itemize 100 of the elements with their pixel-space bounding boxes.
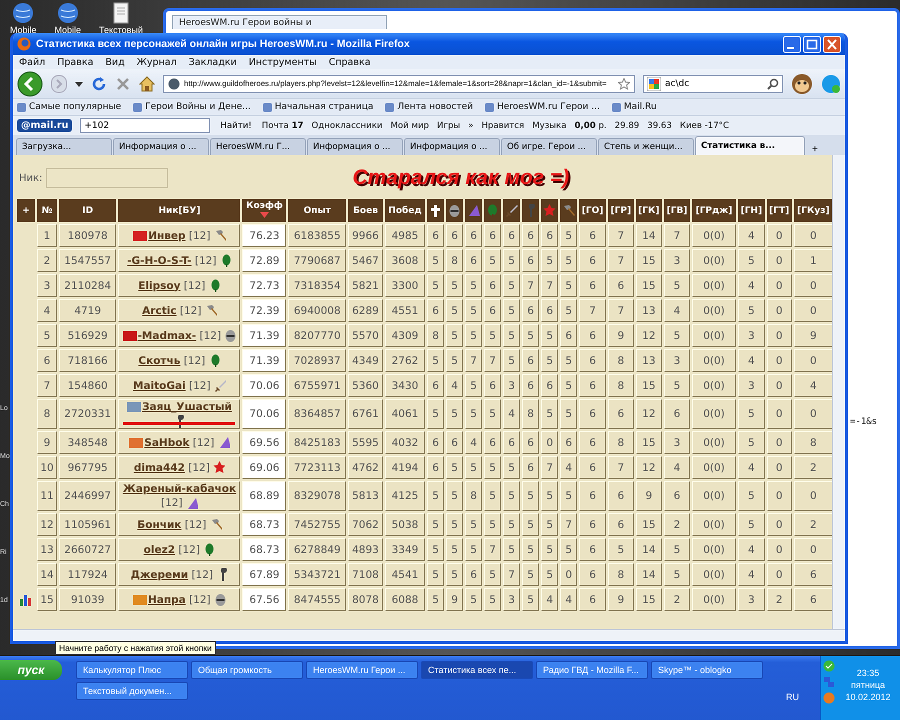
column-header[interactable]: + (17, 199, 36, 222)
menu-item[interactable]: Справка (328, 56, 371, 68)
column-header[interactable] (560, 199, 578, 222)
column-header[interactable]: Побед (384, 199, 426, 222)
browser-tab[interactable]: Информация о ... (307, 138, 403, 155)
browser-tab[interactable]: HeroesWM.ru Г... (210, 138, 306, 155)
menu-item[interactable]: Закладки (188, 56, 237, 68)
player-link[interactable]: Напра (148, 594, 186, 606)
close-icon[interactable] (823, 36, 841, 52)
taskbar-button[interactable]: Калькулятор Плюс (76, 661, 188, 679)
bar-chart-icon[interactable] (19, 594, 34, 606)
player-link[interactable]: Инвер (148, 230, 186, 242)
menu-item[interactable]: Журнал (136, 56, 177, 68)
column-header[interactable] (484, 199, 502, 222)
player-link[interactable]: Джереми (130, 568, 188, 580)
player-link[interactable]: Arctic (142, 304, 177, 316)
column-header[interactable] (446, 199, 464, 222)
column-header[interactable]: [ГВ] (664, 199, 690, 222)
toolbar-link[interactable]: 29.89 (614, 120, 640, 130)
toolbar-link[interactable]: 0,00 р. (574, 120, 607, 130)
menu-item[interactable]: Правка (57, 56, 94, 68)
taskbar-button[interactable]: Радио ГВД - Mozilla F... (536, 661, 648, 679)
toolbar-link[interactable]: Киев -17°C (680, 120, 729, 130)
menu-item[interactable]: Файл (19, 56, 46, 68)
taskbar-button[interactable]: Статистика всех пе... (421, 661, 533, 679)
browser-tab[interactable]: Степь и женщи... (598, 138, 694, 155)
search-icon[interactable] (767, 78, 779, 90)
player-link[interactable]: SaHbok (144, 436, 190, 448)
bookmark-link[interactable]: Начальная страница (262, 102, 374, 112)
column-header[interactable] (427, 199, 444, 222)
menu-item[interactable]: Вид (105, 56, 125, 68)
home-icon[interactable] (139, 76, 155, 92)
reload-icon[interactable] (91, 76, 107, 92)
column-header[interactable]: [ГРдж] (692, 199, 736, 222)
column-header[interactable] (522, 199, 540, 222)
dropdown-icon[interactable] (75, 80, 83, 88)
column-header[interactable]: Коэфф (242, 199, 286, 222)
toolbar-link[interactable]: 39.63 (647, 120, 672, 130)
player-link[interactable]: -Madmax- (138, 330, 196, 342)
player-link[interactable]: olez2 (144, 544, 176, 556)
column-header[interactable]: Опыт (288, 199, 346, 222)
browser-tab[interactable]: Загрузка... (16, 138, 112, 155)
player-link[interactable]: Elipsoy (138, 280, 180, 292)
bookmark-link[interactable]: HeroesWM.ru Герои ... (484, 102, 600, 112)
horizontal-scrollbar[interactable] (13, 629, 845, 641)
browser-tab[interactable]: Информация о ... (113, 138, 209, 155)
globe-icon[interactable] (12, 2, 34, 24)
player-link[interactable]: Скотчь (138, 354, 180, 366)
bookmark-link[interactable]: Герои Войны и Дене... (133, 102, 251, 112)
taskbar-button[interactable]: HeroesWM.ru Герои ... (306, 661, 418, 679)
bookmark-link[interactable]: Самые популярные (17, 102, 122, 112)
taskbar-button[interactable]: Skype™ - oblogko (651, 661, 763, 679)
column-header[interactable]: № (37, 199, 57, 222)
toolbar-link[interactable]: » (468, 120, 474, 130)
sort-arrow-icon[interactable] (260, 212, 269, 218)
toolbar-link[interactable]: Музыка (532, 120, 567, 130)
column-header[interactable]: [ГК] (636, 199, 662, 222)
toolbar-link[interactable]: Мой мир (390, 120, 430, 130)
taskbar-button[interactable]: Текстовый докумен... (76, 682, 188, 700)
column-header[interactable]: [ГТ] (766, 199, 792, 222)
taskbar-button[interactable]: Общая громкость (191, 661, 303, 679)
player-link[interactable]: Жареный-кабачок (122, 483, 236, 495)
browser-tab[interactable]: Об игре. Герои ... (501, 138, 597, 155)
toolbar-link[interactable]: Нравится (481, 120, 524, 130)
star-icon[interactable] (618, 78, 630, 90)
column-header[interactable]: ID (58, 199, 116, 222)
player-link[interactable]: Бончик (137, 518, 182, 530)
bookmark-link[interactable]: Mail.Ru (612, 102, 657, 112)
skype-icon[interactable] (821, 74, 841, 94)
toolbar-link[interactable]: Одноклассники (312, 120, 382, 130)
column-header[interactable] (541, 199, 558, 222)
toolbar-link[interactable]: Игры (437, 120, 460, 130)
desktop-icon-label[interactable]: Mobile (54, 25, 82, 35)
menu-item[interactable]: Инструменты (248, 56, 317, 68)
bookmark-link[interactable]: Лента новостей (385, 102, 473, 112)
search-field[interactable]: +102 (80, 118, 210, 133)
find-button[interactable]: Найти! (218, 120, 254, 130)
nick-input-field[interactable] (46, 168, 168, 188)
column-header[interactable]: Ник[БУ] (118, 199, 240, 222)
desktop-icon-label[interactable]: Mobile (10, 25, 37, 35)
column-header[interactable]: [ГР] (608, 199, 634, 222)
desktop-icon-label[interactable]: Текстовый (99, 25, 143, 35)
back-icon[interactable] (17, 70, 43, 96)
browser-tab[interactable]: Информация о ... (404, 138, 500, 155)
toolbar-link[interactable]: Почта 17 (262, 120, 304, 130)
player-link[interactable]: dima442 (134, 462, 185, 474)
column-header[interactable]: Боев (348, 199, 383, 222)
player-link[interactable]: MaitoGai (133, 380, 186, 392)
column-header[interactable]: [ГО] (579, 199, 606, 222)
maximize-icon[interactable] (803, 36, 821, 52)
globe-icon[interactable] (56, 2, 79, 24)
column-header[interactable] (465, 199, 482, 222)
player-link[interactable]: Заяц_Ушастый (142, 401, 232, 413)
browser-tab[interactable]: Статистика в... (695, 136, 805, 155)
player-link[interactable]: -G-H-O-S-T- (127, 254, 192, 266)
browser-tab[interactable]: HeroesWM.ru Герои войны и (172, 15, 387, 29)
vertical-scrollbar[interactable] (832, 155, 845, 629)
search-field[interactable]: ac\dc (643, 74, 783, 92)
column-header[interactable]: [ГКуз] (794, 199, 832, 222)
language-indicator[interactable]: RU (786, 692, 799, 702)
